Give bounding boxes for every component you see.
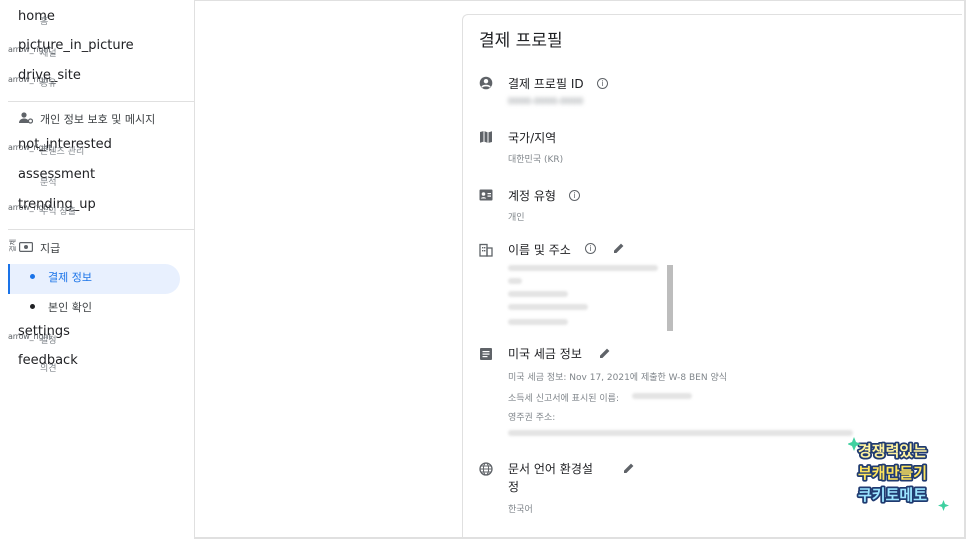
article-icon (480, 348, 492, 360)
account-type-info-icon[interactable]: i (569, 190, 580, 201)
sidebar-divider (8, 229, 194, 230)
redacted-address-line (508, 319, 568, 325)
name-address-info-icon[interactable]: i (585, 243, 596, 254)
bullet-icon (30, 304, 35, 309)
sidebar-item-privacy[interactable]: 개인 정보 보호 및 메시지 (0, 106, 194, 130)
doc-language-label-wrap: 정 (508, 480, 520, 494)
doc-language-label: 문서 언어 환경설 (508, 462, 593, 476)
account-circle-icon (479, 76, 493, 90)
sidebar-item-monetization-label: 수익 창출 (40, 207, 76, 217)
sidebar-item-payments[interactable]: 결제 지급 (0, 234, 194, 260)
profile-id-label: 결제 프로필 ID (508, 77, 584, 91)
svg-text:경쟁력있는: 경쟁력있는 (858, 442, 927, 460)
sidebar: home 홈 arrow_right_ picture_in_picture 채… (0, 0, 195, 539)
svg-text:쿠키토메토: 쿠키토메토 (858, 486, 927, 504)
account-type-value: 개인 (508, 213, 525, 223)
sidebar-item-analytics[interactable]: assessment 분석 (0, 166, 194, 192)
sidebar-item-payment-info-label: 결제 정보 (48, 271, 92, 284)
us-tax-line3: 영주권 주소: (508, 413, 556, 423)
edit-name-address-icon[interactable] (613, 242, 625, 254)
address-scrollbar[interactable] (667, 265, 673, 331)
sidebar-item-settings[interactable]: arrow_right_ settings 설정 (0, 323, 194, 349)
profile-id-value: 0000-0000-0000 (508, 97, 584, 107)
sidebar-item-home[interactable]: home 홈 (0, 6, 194, 30)
sidebar-item-identity[interactable]: 본인 확인 (0, 296, 194, 320)
sidebar-item-share-label: 공유 (40, 79, 57, 89)
sidebar-item-share[interactable]: arrow_right_ drive_site 공유 (0, 66, 194, 92)
business-icon (479, 243, 493, 257)
sidebar-item-payment-info[interactable] (8, 264, 180, 294)
svg-text:부캐만들기: 부캐만들기 (858, 464, 927, 482)
redacted-address-line (508, 278, 522, 284)
country-value: 대한민국 (KR) (508, 155, 564, 165)
sidebar-item-analytics-label: 분석 (40, 178, 57, 188)
redacted-address-line (508, 265, 658, 271)
sidebar-item-settings-label: 설정 (40, 336, 57, 346)
doc-language-value: 한국어 (508, 505, 533, 515)
sidebar-item-content-label: 콘텐츠 관리 (40, 147, 85, 157)
payments-vertical-label: 결제 (9, 239, 17, 252)
name-address-label: 이름 및 주소 (508, 243, 571, 257)
sidebar-item-privacy-label: 개인 정보 보호 및 메시지 (40, 113, 156, 126)
sidebar-item-feedback-label: 의견 (40, 364, 57, 374)
sidebar-item-content[interactable]: arrow_right_ not_interested 콘텐츠 관리 (0, 136, 194, 162)
sidebar-item-home-label: 홈 (40, 17, 49, 27)
redacted-name (632, 393, 692, 399)
edit-tax-icon[interactable] (599, 347, 611, 359)
sidebar-item-channel[interactable]: arrow_right_ picture_in_picture 채널 (0, 36, 194, 62)
sidebar-item-payments-label: 지급 (40, 242, 61, 255)
account-type-label: 계정 유형 (508, 189, 556, 203)
active-bullet-icon (30, 274, 35, 279)
home-icon: home (18, 9, 55, 24)
sidebar-item-identity-label: 본인 확인 (48, 301, 92, 314)
country-label: 국가/지역 (508, 131, 557, 145)
sidebar-item-feedback[interactable]: feedback 의견 (0, 352, 194, 378)
picture-in-picture-icon: picture_in_picture (18, 38, 134, 53)
redacted-address-line (508, 304, 588, 310)
language-icon (479, 462, 493, 476)
payments-icon (19, 242, 33, 252)
us-tax-line2: 소득세 신고서에 표시된 이름: (508, 394, 619, 404)
badge-icon (479, 189, 493, 201)
person-settings-icon (19, 112, 33, 124)
redacted-address-line (508, 291, 568, 297)
redacted-address (508, 430, 853, 436)
edit-doc-language-icon[interactable] (623, 462, 635, 474)
profile-id-info-icon[interactable]: i (597, 78, 608, 89)
sidebar-item-monetization[interactable]: arrow_right trending_up 수익 창출 (0, 196, 194, 222)
us-tax-label: 미국 세금 정보 (508, 347, 582, 361)
map-icon (480, 131, 492, 143)
sidebar-divider (8, 101, 194, 102)
us-tax-line1: 미국 세금 정보: Nov 17, 2021에 제출한 W-8 BEN 양식 (508, 373, 728, 383)
page-title: 결제 프로필 (479, 31, 563, 51)
sidebar-item-channel-label: 채널 (40, 49, 57, 59)
blog-watermark-logo: 경쟁력있는 부캐만들기 쿠키토메토 (848, 437, 949, 511)
